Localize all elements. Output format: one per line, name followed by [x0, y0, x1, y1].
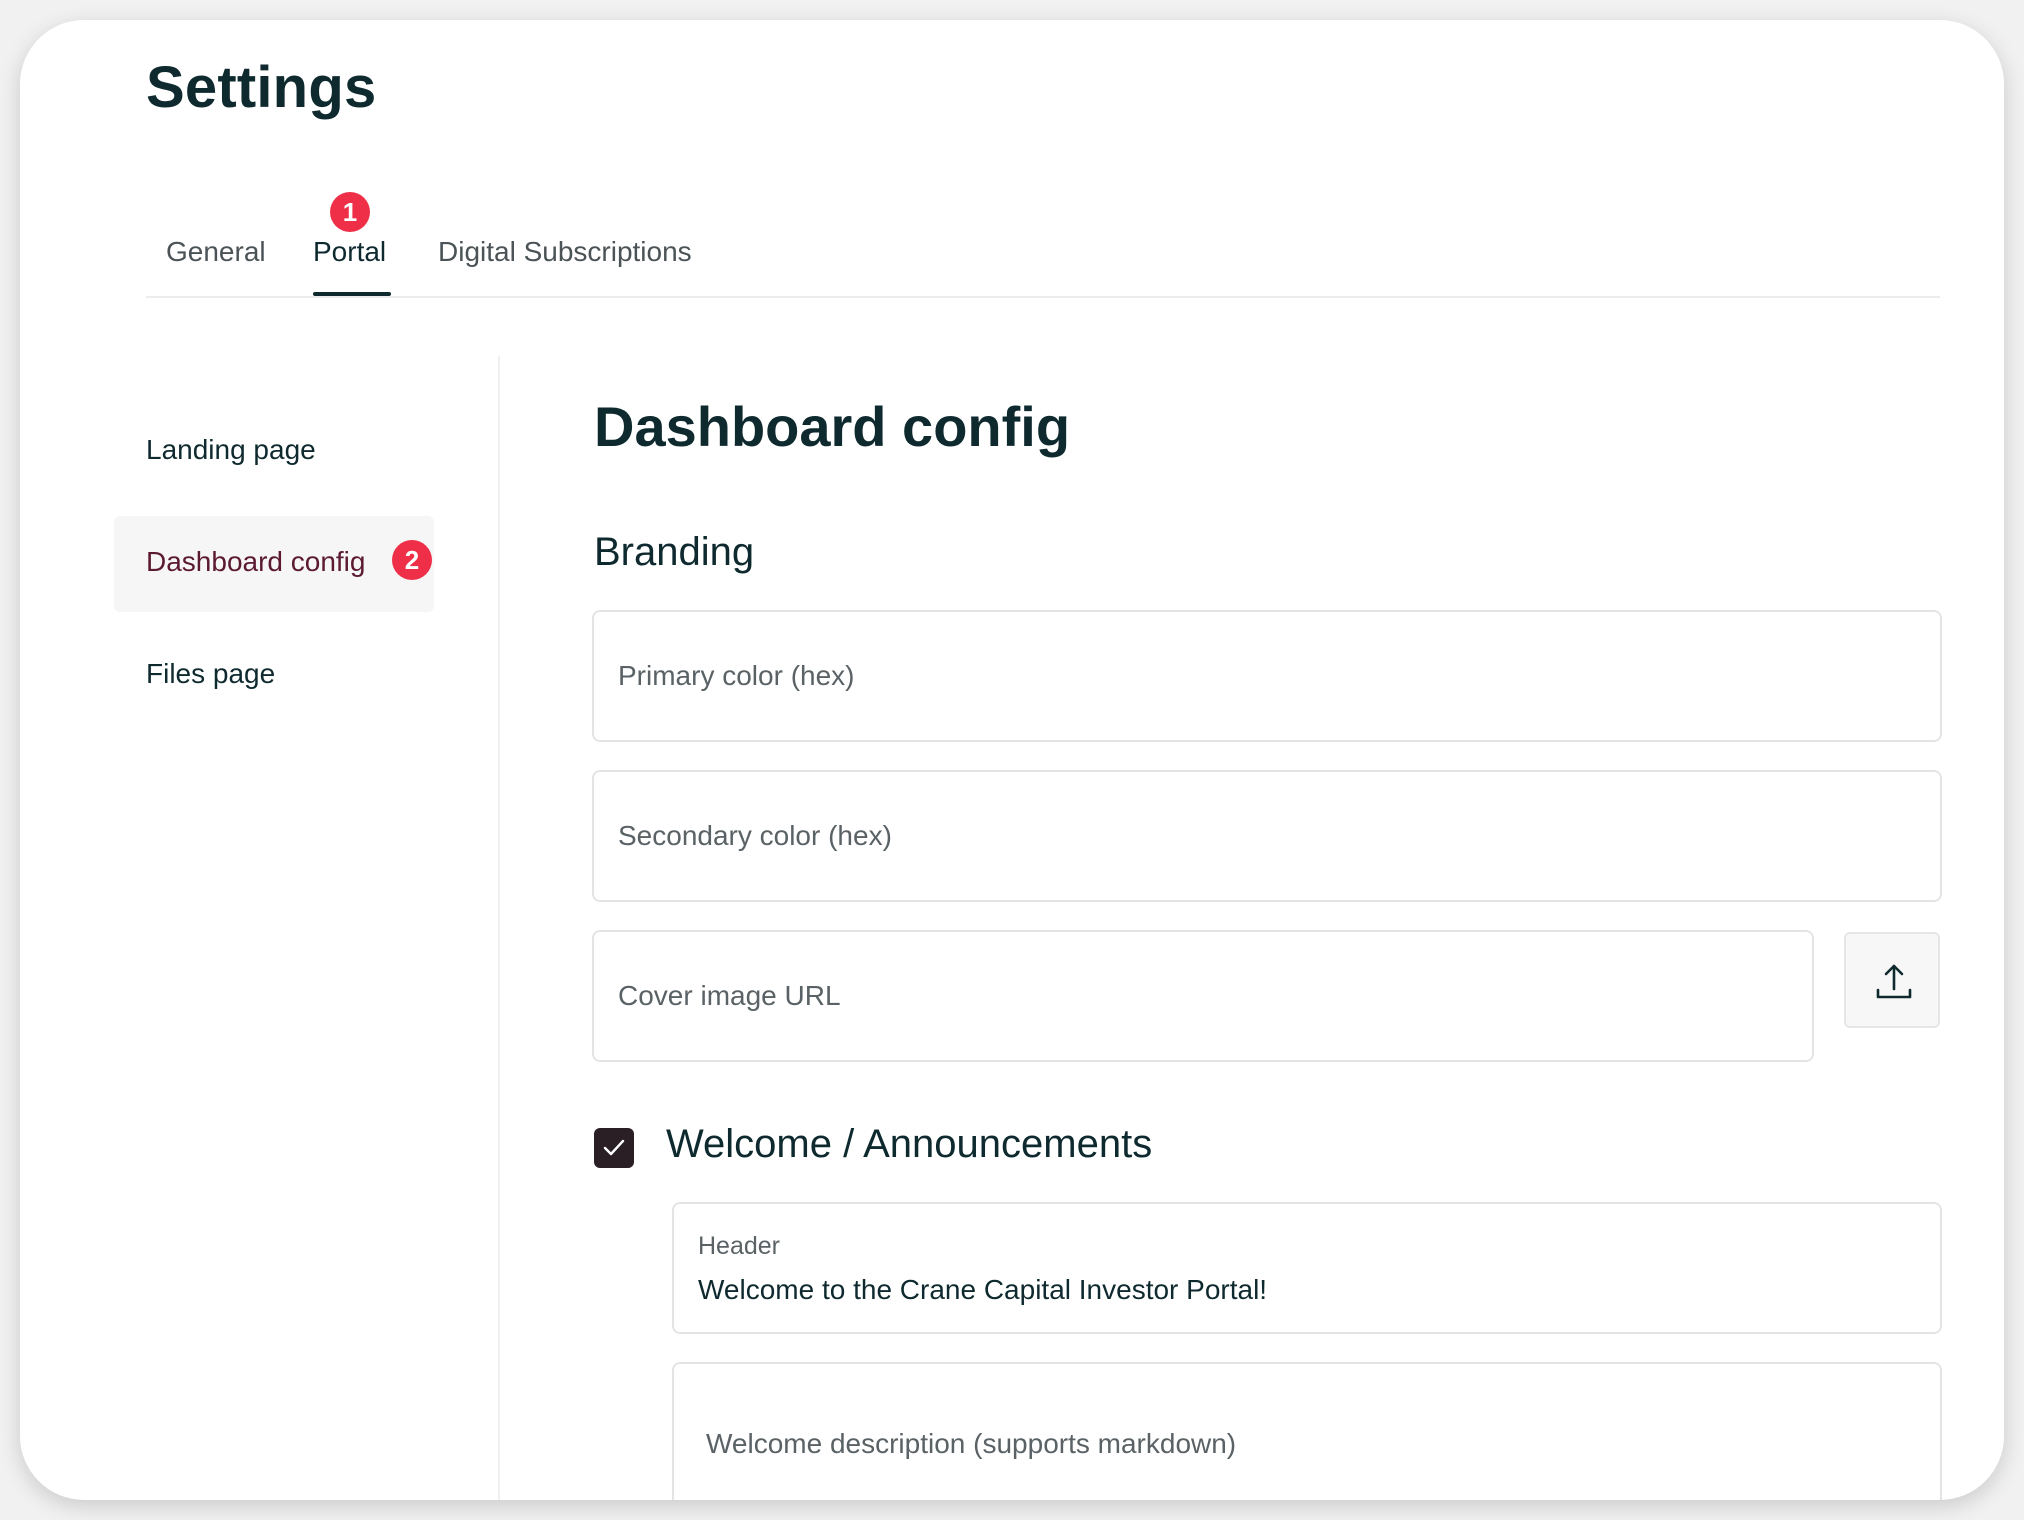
welcome-description-field[interactable]: Welcome description (supports markdown): [672, 1362, 1942, 1500]
check-icon: [603, 1139, 625, 1156]
sidebar-item-label: Landing page: [146, 434, 316, 465]
welcome-header-value: Welcome to the Crane Capital Investor Po…: [698, 1274, 1268, 1305]
page-title: Settings: [146, 55, 377, 120]
primary-color-field[interactable]: Primary color (hex): [592, 610, 1942, 742]
welcome-announcements-heading: Welcome / Announcements: [666, 1122, 1153, 1166]
sidebar-item-badge: 2: [392, 540, 432, 580]
tab-portal[interactable]: Portal: [313, 236, 386, 268]
secondary-color-placeholder: Secondary color (hex): [618, 820, 892, 851]
sidebar-item-label: Dashboard config: [146, 546, 366, 577]
active-tab-indicator: [313, 292, 391, 296]
primary-color-placeholder: Primary color (hex): [618, 660, 855, 691]
welcome-description-placeholder: Welcome description (supports markdown): [706, 1428, 1237, 1459]
settings-sidebar: Landing page Dashboard config 2 Files pa…: [20, 356, 500, 1500]
settings-window: Settings General 1 Portal Digital Subscr…: [20, 20, 2004, 1500]
settings-tabs: General 1 Portal Digital Subscriptions: [146, 192, 1940, 298]
welcome-checkbox[interactable]: [594, 1128, 634, 1168]
welcome-header-label: Header: [698, 1232, 780, 1260]
sidebar-item-landing-page[interactable]: Landing page: [114, 404, 434, 500]
tab-general[interactable]: General: [166, 236, 266, 268]
secondary-color-field[interactable]: Secondary color (hex): [592, 770, 1942, 902]
sidebar-item-files-page[interactable]: Files page: [114, 628, 434, 724]
cover-image-url-field[interactable]: Cover image URL: [592, 930, 1814, 1062]
upload-icon: [1876, 964, 1912, 999]
cover-image-placeholder: Cover image URL: [618, 980, 841, 1011]
upload-button[interactable]: [1844, 932, 1940, 1028]
sidebar-item-dashboard-config[interactable]: Dashboard config 2: [114, 516, 434, 612]
tab-digital-subscriptions[interactable]: Digital Subscriptions: [438, 236, 692, 268]
welcome-header-field[interactable]: Header Welcome to the Crane Capital Inve…: [672, 1202, 1942, 1334]
tab-portal-badge: 1: [330, 192, 370, 232]
branding-heading: Branding: [594, 530, 755, 574]
sidebar-item-label: Files page: [146, 658, 276, 689]
section-heading: Dashboard config: [594, 395, 1071, 458]
